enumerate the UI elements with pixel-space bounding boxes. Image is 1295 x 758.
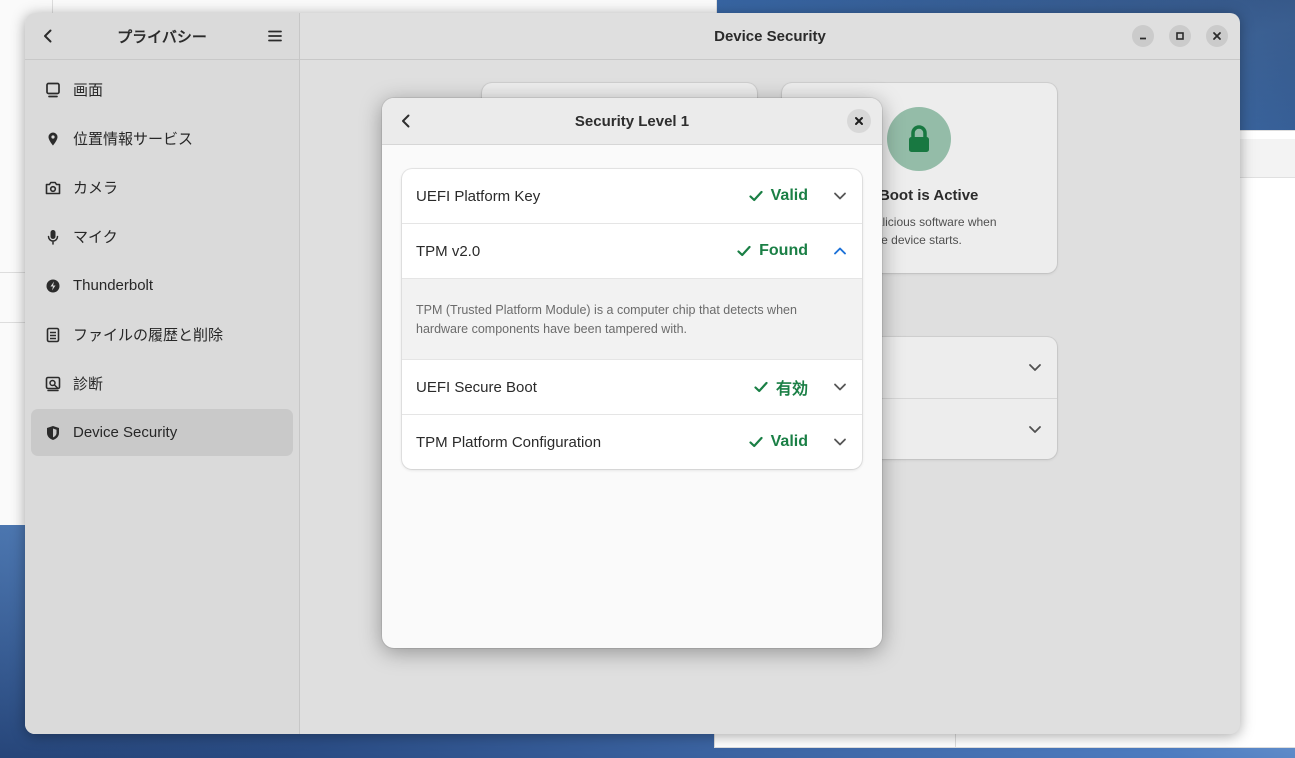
back-button[interactable] (34, 22, 62, 50)
sidebar-item-label: Device Security (73, 424, 178, 441)
maximize-icon (1176, 32, 1184, 40)
checkmark-icon (749, 189, 763, 203)
minimize-button[interactable] (1132, 25, 1154, 47)
sidebar-item-label: ファイルの履歴と削除 (73, 327, 224, 344)
sidebar-title: プライバシー (117, 28, 207, 46)
maximize-button[interactable] (1169, 25, 1191, 47)
status-badge: 有効 (754, 375, 808, 399)
sidebar-item-diagnostics[interactable]: 診断 (31, 360, 293, 407)
close-window-button[interactable] (1206, 25, 1228, 47)
check-label: TPM Platform Configuration (416, 433, 602, 451)
chevron-down-icon[interactable] (832, 188, 848, 204)
sidebar-item-camera[interactable]: カメラ (31, 164, 293, 211)
chevron-left-icon (402, 114, 410, 128)
shield-icon (45, 425, 61, 441)
content-header: Device Security (300, 13, 1240, 60)
location-pin-icon (45, 131, 61, 147)
monitor-icon (45, 82, 61, 98)
hamburger-menu-icon (268, 30, 282, 42)
chevron-left-icon (44, 29, 52, 43)
dialog-close-button[interactable] (847, 109, 871, 133)
check-row-tpm[interactable]: TPM v2.0 Found (402, 224, 862, 279)
sidebar-item-label: Thunderbolt (73, 277, 154, 294)
tpm-detail-text: TPM (Trusted Platform Module) is a compu… (402, 279, 862, 360)
close-icon (855, 117, 863, 125)
checkmark-icon (754, 380, 768, 394)
security-level-dialog: Security Level 1 UEFI Platform Key Valid… (382, 98, 882, 648)
check-row-tpm-platform-configuration[interactable]: TPM Platform Configuration Valid (402, 415, 862, 469)
check-label: UEFI Secure Boot (416, 378, 537, 396)
status-text: Valid (770, 433, 808, 450)
minimize-icon (1140, 37, 1146, 40)
sidebar-item-microphone[interactable]: マイク (31, 213, 293, 260)
status-badge: Valid (749, 433, 808, 451)
sidebar-item-file-history[interactable]: ファイルの履歴と削除 (31, 311, 293, 358)
status-text: Valid (770, 187, 808, 204)
sidebar-item-label: マイク (73, 229, 118, 246)
sidebar-item-device-security[interactable]: Device Security (31, 409, 293, 456)
chevron-down-icon[interactable] (832, 434, 848, 450)
check-row-uefi-secure-boot[interactable]: UEFI Secure Boot 有効 (402, 360, 862, 415)
status-text: Found (759, 242, 808, 259)
lock-icon (887, 107, 951, 171)
sidebar-item-screen[interactable]: 画面 (31, 66, 293, 113)
check-label: UEFI Platform Key (416, 187, 541, 205)
chevron-down-icon (1029, 426, 1041, 433)
microphone-icon (45, 229, 61, 245)
chevron-up-icon[interactable] (832, 243, 848, 259)
sidebar-header: プライバシー (25, 13, 299, 60)
close-icon (1213, 32, 1221, 40)
status-badge: Valid (749, 187, 808, 205)
dialog-header: Security Level 1 (382, 98, 882, 145)
file-history-icon (45, 327, 61, 343)
check-row-uefi-platform-key[interactable]: UEFI Platform Key Valid (402, 169, 862, 224)
sidebar-item-label: カメラ (73, 180, 119, 197)
diagnostics-icon (45, 376, 61, 392)
thunderbolt-icon (45, 278, 61, 294)
page-title: Device Security (714, 27, 826, 45)
menu-button[interactable] (261, 22, 289, 50)
sidebar-nav: 画面 位置情報サービス カメラ マイク Thunderbolt ファイルの履歴と… (25, 60, 299, 456)
chevron-down-icon (1029, 364, 1041, 371)
checkmark-icon (737, 244, 751, 258)
status-text: 有効 (775, 381, 808, 398)
sidebar-item-label: 診断 (73, 376, 104, 393)
dialog-title: Security Level 1 (574, 112, 690, 130)
check-label: TPM v2.0 (416, 242, 481, 260)
camera-icon (45, 180, 61, 196)
sidebar-item-label: 画面 (73, 82, 104, 99)
chevron-down-icon[interactable] (832, 379, 848, 395)
dialog-back-button[interactable] (392, 107, 420, 135)
status-badge: Found (737, 242, 808, 260)
sidebar-item-thunderbolt[interactable]: Thunderbolt (31, 262, 293, 309)
sidebar: プライバシー 画面 位置情報サービス カメラ マイク Thunderbolt フ… (25, 13, 300, 734)
sidebar-item-label: 位置情報サービス (73, 131, 194, 148)
security-checks-list: UEFI Platform Key Valid TPM v2.0 Found T… (402, 169, 862, 469)
checkmark-icon (749, 435, 763, 449)
sidebar-item-location[interactable]: 位置情報サービス (31, 115, 293, 162)
